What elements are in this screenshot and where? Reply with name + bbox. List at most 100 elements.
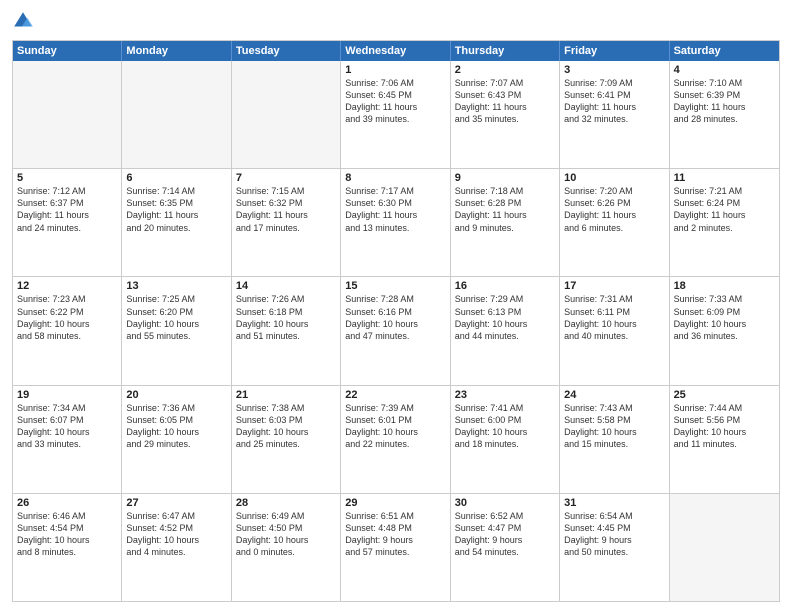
- day-number-25: 25: [674, 389, 775, 401]
- day-info: Sunrise: 7:14 AM Sunset: 6:35 PM Dayligh…: [126, 185, 226, 234]
- calendar-body: 1Sunrise: 7:06 AM Sunset: 6:45 PM Daylig…: [13, 61, 779, 601]
- day-number-9: 9: [455, 172, 555, 184]
- day-number-5: 5: [17, 172, 117, 184]
- day-cell-21: 21Sunrise: 7:38 AM Sunset: 6:03 PM Dayli…: [232, 386, 341, 493]
- day-info: Sunrise: 7:18 AM Sunset: 6:28 PM Dayligh…: [455, 185, 555, 234]
- day-number-15: 15: [345, 280, 445, 292]
- day-number-24: 24: [564, 389, 664, 401]
- day-info: Sunrise: 7:36 AM Sunset: 6:05 PM Dayligh…: [126, 402, 226, 451]
- day-cell-27: 27Sunrise: 6:47 AM Sunset: 4:52 PM Dayli…: [122, 494, 231, 601]
- day-number-31: 31: [564, 497, 664, 509]
- day-cell-14: 14Sunrise: 7:26 AM Sunset: 6:18 PM Dayli…: [232, 277, 341, 384]
- day-cell-empty: [670, 494, 779, 601]
- day-cell-16: 16Sunrise: 7:29 AM Sunset: 6:13 PM Dayli…: [451, 277, 560, 384]
- calendar-row-5: 26Sunrise: 6:46 AM Sunset: 4:54 PM Dayli…: [13, 493, 779, 601]
- day-info: Sunrise: 7:25 AM Sunset: 6:20 PM Dayligh…: [126, 293, 226, 342]
- day-cell-15: 15Sunrise: 7:28 AM Sunset: 6:16 PM Dayli…: [341, 277, 450, 384]
- day-info: Sunrise: 7:29 AM Sunset: 6:13 PM Dayligh…: [455, 293, 555, 342]
- day-info: Sunrise: 6:47 AM Sunset: 4:52 PM Dayligh…: [126, 510, 226, 559]
- day-cell-5: 5Sunrise: 7:12 AM Sunset: 6:37 PM Daylig…: [13, 169, 122, 276]
- day-info: Sunrise: 7:17 AM Sunset: 6:30 PM Dayligh…: [345, 185, 445, 234]
- day-info: Sunrise: 6:52 AM Sunset: 4:47 PM Dayligh…: [455, 510, 555, 559]
- day-number-16: 16: [455, 280, 555, 292]
- calendar-header: SundayMondayTuesdayWednesdayThursdayFrid…: [13, 41, 779, 61]
- calendar-row-3: 12Sunrise: 7:23 AM Sunset: 6:22 PM Dayli…: [13, 276, 779, 384]
- day-info: Sunrise: 7:20 AM Sunset: 6:26 PM Dayligh…: [564, 185, 664, 234]
- day-info: Sunrise: 7:28 AM Sunset: 6:16 PM Dayligh…: [345, 293, 445, 342]
- day-info: Sunrise: 7:41 AM Sunset: 6:00 PM Dayligh…: [455, 402, 555, 451]
- day-info: Sunrise: 7:31 AM Sunset: 6:11 PM Dayligh…: [564, 293, 664, 342]
- weekday-wednesday: Wednesday: [341, 41, 450, 61]
- day-number-29: 29: [345, 497, 445, 509]
- day-cell-7: 7Sunrise: 7:15 AM Sunset: 6:32 PM Daylig…: [232, 169, 341, 276]
- day-cell-2: 2Sunrise: 7:07 AM Sunset: 6:43 PM Daylig…: [451, 61, 560, 168]
- day-info: Sunrise: 6:54 AM Sunset: 4:45 PM Dayligh…: [564, 510, 664, 559]
- day-info: Sunrise: 7:34 AM Sunset: 6:07 PM Dayligh…: [17, 402, 117, 451]
- day-cell-3: 3Sunrise: 7:09 AM Sunset: 6:41 PM Daylig…: [560, 61, 669, 168]
- day-number-10: 10: [564, 172, 664, 184]
- day-cell-23: 23Sunrise: 7:41 AM Sunset: 6:00 PM Dayli…: [451, 386, 560, 493]
- logo: [12, 10, 38, 32]
- day-cell-12: 12Sunrise: 7:23 AM Sunset: 6:22 PM Dayli…: [13, 277, 122, 384]
- day-info: Sunrise: 7:23 AM Sunset: 6:22 PM Dayligh…: [17, 293, 117, 342]
- day-cell-25: 25Sunrise: 7:44 AM Sunset: 5:56 PM Dayli…: [670, 386, 779, 493]
- day-info: Sunrise: 7:07 AM Sunset: 6:43 PM Dayligh…: [455, 77, 555, 126]
- day-number-7: 7: [236, 172, 336, 184]
- day-cell-19: 19Sunrise: 7:34 AM Sunset: 6:07 PM Dayli…: [13, 386, 122, 493]
- day-cell-24: 24Sunrise: 7:43 AM Sunset: 5:58 PM Dayli…: [560, 386, 669, 493]
- calendar: SundayMondayTuesdayWednesdayThursdayFrid…: [12, 40, 780, 602]
- day-cell-9: 9Sunrise: 7:18 AM Sunset: 6:28 PM Daylig…: [451, 169, 560, 276]
- day-number-6: 6: [126, 172, 226, 184]
- day-info: Sunrise: 6:46 AM Sunset: 4:54 PM Dayligh…: [17, 510, 117, 559]
- day-cell-20: 20Sunrise: 7:36 AM Sunset: 6:05 PM Dayli…: [122, 386, 231, 493]
- calendar-row-2: 5Sunrise: 7:12 AM Sunset: 6:37 PM Daylig…: [13, 168, 779, 276]
- day-number-17: 17: [564, 280, 664, 292]
- weekday-tuesday: Tuesday: [232, 41, 341, 61]
- page-header: [12, 10, 780, 32]
- day-number-26: 26: [17, 497, 117, 509]
- day-number-11: 11: [674, 172, 775, 184]
- day-info: Sunrise: 7:15 AM Sunset: 6:32 PM Dayligh…: [236, 185, 336, 234]
- day-number-3: 3: [564, 64, 664, 76]
- weekday-saturday: Saturday: [670, 41, 779, 61]
- day-cell-26: 26Sunrise: 6:46 AM Sunset: 4:54 PM Dayli…: [13, 494, 122, 601]
- day-number-18: 18: [674, 280, 775, 292]
- day-number-8: 8: [345, 172, 445, 184]
- calendar-row-1: 1Sunrise: 7:06 AM Sunset: 6:45 PM Daylig…: [13, 61, 779, 168]
- day-number-2: 2: [455, 64, 555, 76]
- day-info: Sunrise: 6:49 AM Sunset: 4:50 PM Dayligh…: [236, 510, 336, 559]
- day-number-27: 27: [126, 497, 226, 509]
- day-cell-18: 18Sunrise: 7:33 AM Sunset: 6:09 PM Dayli…: [670, 277, 779, 384]
- day-info: Sunrise: 6:51 AM Sunset: 4:48 PM Dayligh…: [345, 510, 445, 559]
- day-info: Sunrise: 7:10 AM Sunset: 6:39 PM Dayligh…: [674, 77, 775, 126]
- day-info: Sunrise: 7:39 AM Sunset: 6:01 PM Dayligh…: [345, 402, 445, 451]
- day-info: Sunrise: 7:43 AM Sunset: 5:58 PM Dayligh…: [564, 402, 664, 451]
- day-info: Sunrise: 7:38 AM Sunset: 6:03 PM Dayligh…: [236, 402, 336, 451]
- logo-icon: [12, 10, 34, 32]
- day-cell-empty: [13, 61, 122, 168]
- day-cell-29: 29Sunrise: 6:51 AM Sunset: 4:48 PM Dayli…: [341, 494, 450, 601]
- day-cell-10: 10Sunrise: 7:20 AM Sunset: 6:26 PM Dayli…: [560, 169, 669, 276]
- day-cell-4: 4Sunrise: 7:10 AM Sunset: 6:39 PM Daylig…: [670, 61, 779, 168]
- weekday-thursday: Thursday: [451, 41, 560, 61]
- day-info: Sunrise: 7:44 AM Sunset: 5:56 PM Dayligh…: [674, 402, 775, 451]
- weekday-monday: Monday: [122, 41, 231, 61]
- day-info: Sunrise: 7:06 AM Sunset: 6:45 PM Dayligh…: [345, 77, 445, 126]
- day-cell-empty: [232, 61, 341, 168]
- day-number-12: 12: [17, 280, 117, 292]
- day-info: Sunrise: 7:26 AM Sunset: 6:18 PM Dayligh…: [236, 293, 336, 342]
- day-number-19: 19: [17, 389, 117, 401]
- day-cell-8: 8Sunrise: 7:17 AM Sunset: 6:30 PM Daylig…: [341, 169, 450, 276]
- day-number-14: 14: [236, 280, 336, 292]
- calendar-row-4: 19Sunrise: 7:34 AM Sunset: 6:07 PM Dayli…: [13, 385, 779, 493]
- day-number-1: 1: [345, 64, 445, 76]
- day-info: Sunrise: 7:21 AM Sunset: 6:24 PM Dayligh…: [674, 185, 775, 234]
- day-cell-1: 1Sunrise: 7:06 AM Sunset: 6:45 PM Daylig…: [341, 61, 450, 168]
- day-number-30: 30: [455, 497, 555, 509]
- day-number-28: 28: [236, 497, 336, 509]
- day-cell-22: 22Sunrise: 7:39 AM Sunset: 6:01 PM Dayli…: [341, 386, 450, 493]
- day-info: Sunrise: 7:09 AM Sunset: 6:41 PM Dayligh…: [564, 77, 664, 126]
- day-cell-13: 13Sunrise: 7:25 AM Sunset: 6:20 PM Dayli…: [122, 277, 231, 384]
- day-cell-6: 6Sunrise: 7:14 AM Sunset: 6:35 PM Daylig…: [122, 169, 231, 276]
- day-number-20: 20: [126, 389, 226, 401]
